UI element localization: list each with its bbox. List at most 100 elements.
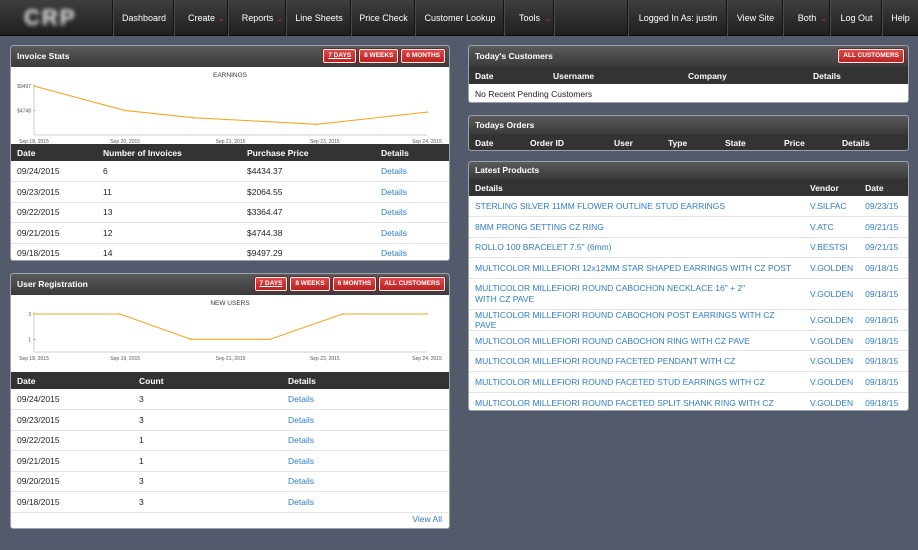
nav-both[interactable]: Both ⌄ (783, 0, 830, 36)
invoice-table: Date Number of Invoices Purchase Price D… (11, 144, 449, 260)
date-link[interactable]: 09/18/15 (865, 356, 898, 366)
vendor-link[interactable]: V.GOLDEN (810, 356, 853, 366)
all-customers-button[interactable]: ALL CUSTOMERS (378, 276, 446, 292)
6-months-button[interactable]: 6 MONTHS (331, 276, 378, 292)
table-row: 09/18/2015 3 Details (11, 491, 449, 513)
product-link[interactable]: MULTICOLOR MILLEFIORI ROUND FACETED SPLI… (475, 398, 774, 408)
details-link[interactable]: Details (381, 248, 407, 258)
product-link[interactable]: MULTICOLOR MILLEFIORI ROUND FACETED PEND… (475, 356, 735, 366)
date-link[interactable]: 09/18/15 (865, 263, 898, 273)
nav-price-check[interactable]: Price Check (351, 0, 415, 36)
details-link[interactable]: Details (288, 435, 314, 445)
nav-dashboard[interactable]: Dashboard (113, 0, 174, 36)
product-link[interactable]: MULTICOLOR MILLEFIORI ROUND CABOCHON POS… (475, 310, 775, 330)
nav-tools[interactable]: Tools ⌄ (504, 0, 554, 36)
product-link[interactable]: MULTICOLOR MILLEFIORI ROUND FACETED STUD… (475, 377, 765, 387)
column-header: Purchase Price (241, 144, 375, 161)
product-link[interactable]: MULTICOLOR MILLEFIORI 12x12MM STAR SHAPE… (475, 263, 791, 273)
date-link[interactable]: 09/18/15 (865, 289, 898, 299)
vendor-link[interactable]: V.GOLDEN (810, 315, 853, 325)
vendor-link[interactable]: V.GOLDEN (810, 289, 853, 299)
x-tick-label: Sep 21, 2015 (216, 139, 246, 144)
product-link[interactable]: MULTICOLOR MILLEFIORI ROUND CABOCHON NEC… (475, 283, 745, 304)
date-link[interactable]: 09/21/15 (865, 242, 898, 252)
8-weeks-button[interactable]: 8 WEEKS (358, 48, 400, 64)
view-all-link[interactable]: View All (412, 514, 442, 524)
data-point (124, 109, 127, 112)
vendor-link[interactable]: V.GOLDEN (810, 263, 853, 273)
nav-label: Price Check (359, 13, 408, 23)
product-link[interactable]: MULTICOLOR MILLEFIORI ROUND CABOCHON RIN… (475, 336, 750, 346)
details-link[interactable]: Details (381, 187, 407, 197)
nav-logged-in-user[interactable]: Logged In As: justin (628, 0, 727, 36)
date-link[interactable]: 09/18/15 (865, 336, 898, 346)
series-line (34, 313, 427, 340)
date-link[interactable]: 09/23/15 (865, 201, 898, 211)
logo[interactable]: CRP (24, 7, 98, 29)
nav-help[interactable]: Help (882, 0, 918, 36)
product-link[interactable]: ROLLO 100 BRACELET 7.5" (6mm) (475, 242, 612, 252)
nav-create[interactable]: Create ⌄ (174, 0, 228, 36)
x-tick-label: Sep 23, 2015 (310, 356, 340, 362)
7-days-button[interactable]: 7 DAYS (253, 276, 289, 292)
orders-table: Date Order ID User Type State Price Deta… (469, 134, 908, 150)
cell-price: $3364.47 (241, 202, 375, 223)
data-point (316, 123, 318, 126)
details-link[interactable]: Details (288, 456, 314, 466)
table-row: MULTICOLOR MILLEFIORI ROUND CABOCHON POS… (469, 309, 908, 331)
vendor-link[interactable]: V.GOLDEN (810, 377, 853, 387)
cell-price: $4744.38 (241, 222, 375, 244)
table-header-row: Date Number of Invoices Purchase Price D… (11, 144, 449, 161)
cell-count: 3 (133, 409, 282, 431)
date-link[interactable]: 09/18/15 (865, 398, 898, 408)
x-tick-label: Sep 24, 2015 (412, 356, 442, 362)
cell-date: 09/18/2015 (11, 491, 133, 513)
vendor-link[interactable]: V.GOLDEN (810, 398, 853, 408)
details-link[interactable]: Details (381, 207, 407, 217)
panel-title: Invoice Stats (17, 51, 70, 61)
chevron-down-icon: ⌄ (218, 14, 225, 23)
top-nav: CRP Dashboard Create ⌄ Reports ⌄ Line Sh… (0, 0, 918, 36)
table-row: ROLLO 100 BRACELET 7.5" (6mm) V.BESTSI 0… (469, 237, 908, 259)
nav-label: Logged In As: justin (638, 13, 718, 23)
nav-customer-lookup[interactable]: Customer Lookup (415, 0, 504, 36)
details-link[interactable]: Details (288, 415, 314, 425)
product-link[interactable]: STERLING SILVER 11MM FLOWER OUTLINE STUD… (475, 201, 725, 211)
7-days-button[interactable]: 7 DAYS (322, 48, 358, 64)
all-customers-button[interactable]: ALL CUSTOMERS (837, 48, 905, 64)
nav-log-out[interactable]: Log Out (830, 0, 882, 36)
customers-table: Date Username Company Details No Recent … (469, 67, 908, 102)
nav-label: Tools (518, 13, 540, 23)
8-weeks-button[interactable]: 8 WEEKS (289, 276, 331, 292)
panel-title: Today's Customers (475, 51, 553, 61)
product-link[interactable]: 8MM PRONG SETTING CZ RING (475, 222, 604, 232)
nav-view-site[interactable]: View Site (727, 0, 783, 36)
cell-count: 12 (97, 222, 241, 244)
date-link[interactable]: 09/21/15 (865, 222, 898, 232)
table-row: 09/22/2015 13 $3364.47 Details (11, 202, 449, 223)
table-row: MULTICOLOR MILLEFIORI ROUND FACETED SPLI… (469, 392, 908, 410)
date-link[interactable]: 09/18/15 (865, 315, 898, 325)
vendor-link[interactable]: V.SILFAC (810, 201, 847, 211)
table-row: MULTICOLOR MILLEFIORI ROUND CABOCHON RIN… (469, 330, 908, 352)
y-tick-label: 3 (28, 312, 31, 318)
vendor-link[interactable]: V.ATC (810, 222, 834, 232)
details-link[interactable]: Details (381, 166, 407, 176)
details-link[interactable]: Details (381, 228, 407, 238)
table-row: 09/18/2015 14 $9497.29 Details (11, 243, 449, 260)
table-row: No Recent Pending Customers (469, 84, 908, 102)
series-line (33, 85, 428, 125)
panel-header: Today's Customers ALL CUSTOMERS (469, 46, 908, 67)
date-link[interactable]: 09/18/15 (865, 377, 898, 387)
column-header: Date (469, 67, 547, 84)
6-months-button[interactable]: 6 MONTHS (400, 48, 446, 64)
details-link[interactable]: Details (288, 394, 314, 404)
vendor-link[interactable]: V.BESTSI (810, 242, 847, 252)
column-header: Details (282, 372, 449, 389)
details-link[interactable]: Details (288, 497, 314, 507)
details-link[interactable]: Details (288, 476, 314, 486)
nav-label: Line Sheets (295, 13, 343, 23)
nav-reports[interactable]: Reports ⌄ (228, 0, 286, 36)
nav-line-sheets[interactable]: Line Sheets (286, 0, 351, 36)
vendor-link[interactable]: V.GOLDEN (810, 336, 853, 346)
